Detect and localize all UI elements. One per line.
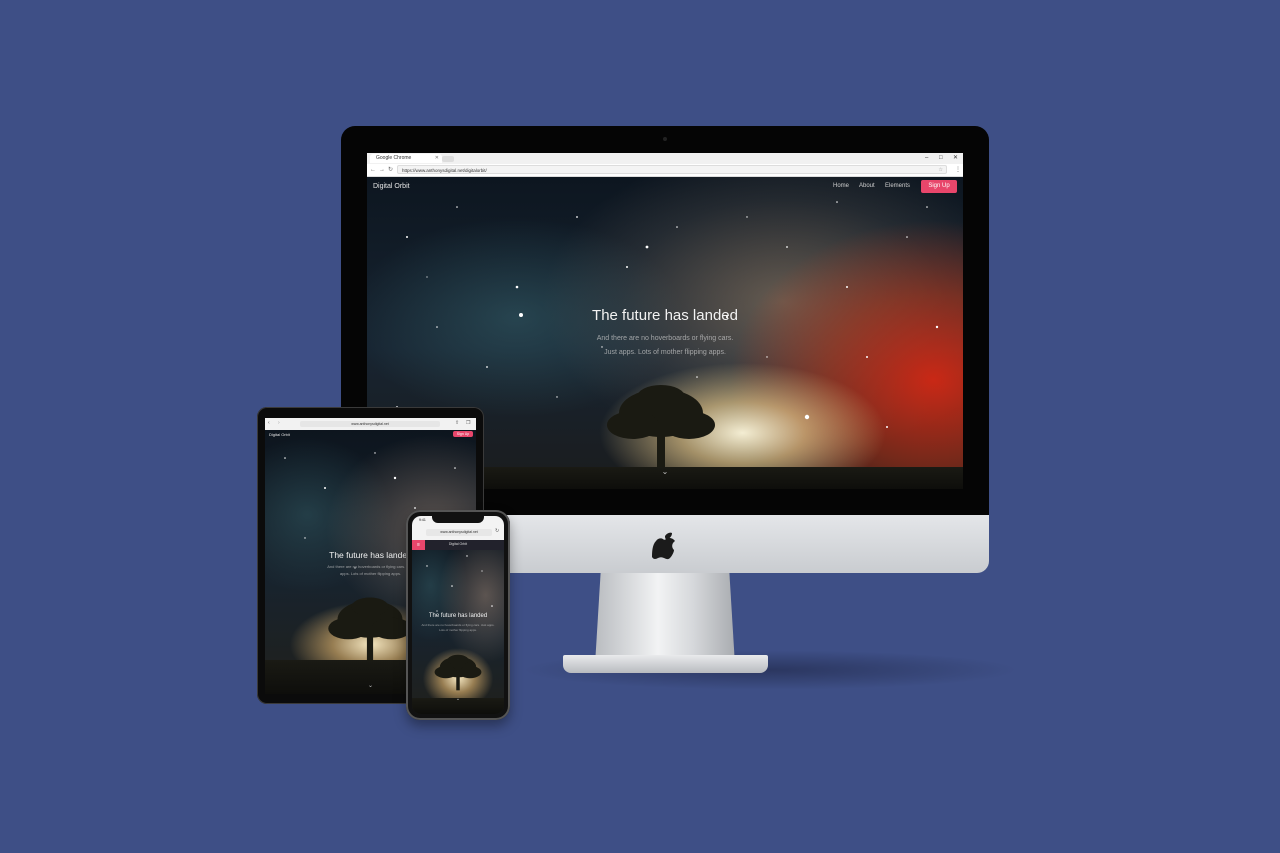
ipad-share-icon[interactable]: ⇧ [455, 420, 459, 426]
iphone-site-logo[interactable]: Digital Orbit [412, 542, 504, 546]
maximize-icon[interactable]: □ [939, 154, 943, 162]
hero-title: The future has landed [592, 307, 738, 324]
sign-up-button[interactable]: Sign Up [921, 180, 957, 193]
iphone-hero-title: The future has landed [428, 613, 488, 619]
iphone-time: 9:41 [419, 518, 426, 522]
iphone-tree-silhouette [434, 654, 482, 691]
browser-tab-title: Google Chrome [376, 155, 412, 161]
close-icon[interactable]: ✕ [953, 154, 958, 162]
imac-stand [595, 573, 735, 665]
iphone-scroll-down-chevron-icon[interactable]: ⌄ [412, 696, 504, 702]
nav-link-about[interactable]: About [859, 183, 875, 189]
hero-subtitle-line1: And there are no hoverboards or flying c… [596, 335, 734, 342]
reload-icon[interactable]: ↻ [388, 165, 393, 175]
iphone-address-bar[interactable]: www.anthonysdigital.net [426, 529, 492, 536]
ipad-forward-icon[interactable]: › [278, 420, 280, 426]
address-bar-url: https://www.anthonysdigital.net/digitalo… [402, 168, 487, 173]
ipad-hero-subtitle: And there are no hoverboards or flying c… [327, 564, 414, 576]
imac-foot [563, 655, 768, 673]
ipad-address-bar[interactable]: www.anthonysdigital.net [300, 421, 440, 427]
ipad-sign-up-button[interactable]: Sign Up [453, 431, 473, 437]
address-bar[interactable]: https://www.anthonysdigital.net/digitalo… [397, 165, 947, 174]
browser-menu-icon[interactable]: ⋮ [955, 165, 961, 175]
nav-link-elements[interactable]: Elements [885, 183, 910, 189]
ipad-tabs-icon[interactable]: ❐ [466, 420, 470, 426]
ipad-site-logo[interactable]: Digital Orbit [269, 432, 290, 437]
nav-link-home[interactable]: Home [833, 183, 849, 189]
tab-close-icon[interactable]: ✕ [435, 154, 439, 163]
ipad-tree-silhouette [328, 597, 412, 661]
ipad-back-icon[interactable]: ‹ [268, 420, 270, 426]
iphone-notch [432, 515, 484, 523]
new-tab-button[interactable] [442, 156, 454, 162]
iphone-hero-subtitle: And there are no hoverboards or flying c… [421, 623, 495, 632]
back-icon[interactable]: ← [370, 165, 376, 175]
bookmark-star-icon[interactable]: ☆ [939, 166, 943, 175]
tree-silhouette [607, 385, 715, 467]
forward-icon[interactable]: → [379, 165, 385, 175]
minimize-icon[interactable]: – [925, 154, 928, 162]
camera-dot [663, 137, 667, 141]
browser-tab[interactable]: Google Chrome ✕ [370, 154, 442, 163]
apple-logo-icon [652, 532, 675, 560]
iphone-reload-icon[interactable]: ↻ [495, 528, 499, 534]
hero-subtitle-line2: Just apps. Lots of mother flipping apps. [604, 349, 726, 356]
site-logo[interactable]: Digital Orbit [373, 183, 410, 190]
